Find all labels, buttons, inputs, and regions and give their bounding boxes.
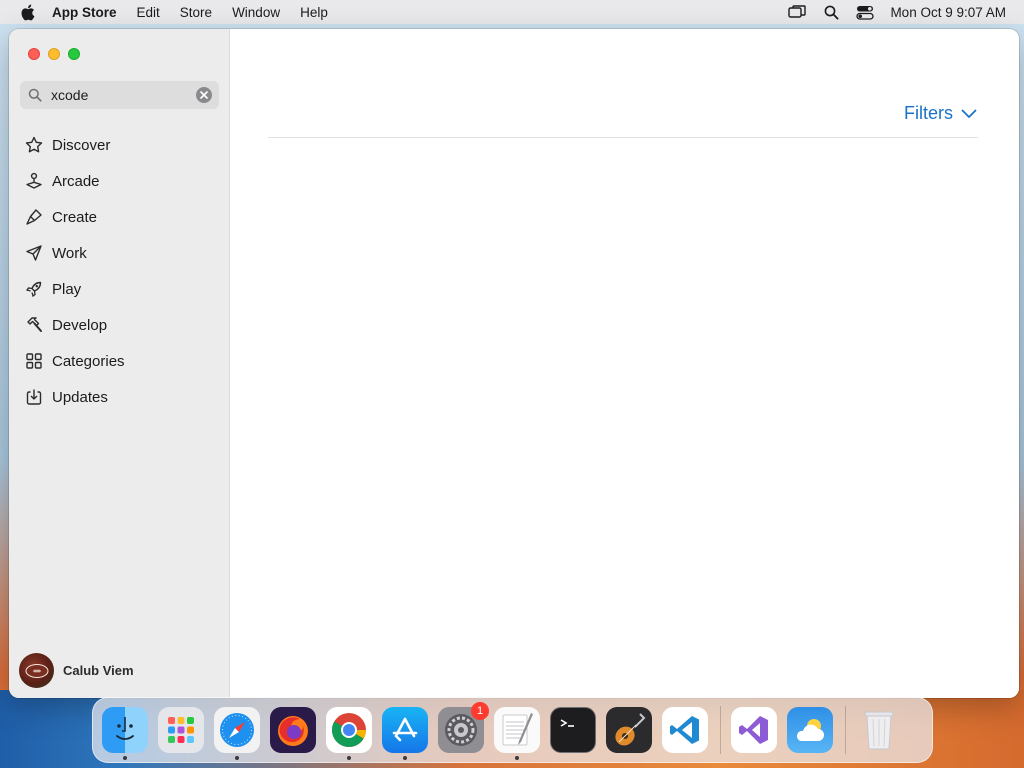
menu-store[interactable]: Store [180,5,212,20]
sidebar-item-label: Updates [52,388,108,406]
app-store-window: Discover Arcade Create Work [9,29,1019,698]
star-icon [24,135,44,155]
dock-textedit[interactable] [494,707,540,760]
user-name: Calub Viem [63,663,134,678]
dock-system-settings[interactable]: 1 [438,702,489,753]
sidebar-item-label: Play [52,280,82,298]
sidebar: Discover Arcade Create Work [9,29,230,698]
spotlight-search-icon[interactable] [820,1,842,23]
menu-edit[interactable]: Edit [137,5,160,20]
weather-icon [796,719,824,741]
paper-plane-icon [24,243,44,263]
chevron-down-icon [961,106,977,122]
dock-google-chrome[interactable] [326,707,372,760]
running-indicator [235,756,239,760]
sidebar-nav: Discover Arcade Create Work Play Develop… [9,127,230,415]
running-indicator [123,756,127,760]
account-button[interactable]: Calub Viem [19,653,134,688]
close-window-button[interactable] [28,48,40,60]
search-field[interactable] [20,81,219,109]
sidebar-item-label: Discover [52,136,111,154]
running-indicator [515,756,519,760]
dock-garageband[interactable] [606,707,652,753]
menu-bar-status: Mon Oct 9 9:07 AM [774,0,1006,24]
chrome-icon [332,713,366,747]
menu-bar-clock[interactable]: Mon Oct 9 9:07 AM [890,5,1006,20]
dock-trash[interactable] [856,707,902,753]
app-store-icon [392,717,418,742]
search-input[interactable] [51,87,181,103]
dock-visual-studio[interactable] [731,707,777,753]
safari-icon [220,713,254,747]
menu-window[interactable]: Window [232,5,280,20]
menu-bar: App Store Edit Store Window Help Mon Oct… [0,0,1024,24]
dock-firefox[interactable] [270,707,316,753]
download-icon [24,387,44,407]
sidebar-item-label: Work [52,244,87,262]
filters-label: Filters [904,103,953,123]
screen-mirroring-icon[interactable] [786,1,808,23]
menu-app-store[interactable]: App Store [52,5,117,20]
filters-button[interactable]: Filters [904,103,977,124]
rocket-icon [24,279,44,299]
guitar-icon [615,713,646,746]
dock-finder[interactable] [102,707,148,760]
main-content: Filters [230,29,1019,698]
vscode-icon [670,716,699,744]
brush-icon [24,207,44,227]
launchpad-icon [168,717,194,743]
sidebar-item-arcade[interactable]: Arcade [9,163,230,199]
joystick-icon [24,171,44,191]
window-controls [28,48,88,60]
sidebar-item-label: Categories [52,352,125,370]
control-center-icon[interactable] [854,1,876,23]
sidebar-item-updates[interactable]: Updates [9,379,230,415]
dock-terminal[interactable] [550,707,596,753]
dock-app-store[interactable] [382,707,428,760]
hammer-icon [24,315,44,335]
zoom-window-button[interactable] [68,48,80,60]
dock-weather[interactable] [787,707,833,753]
running-indicator [403,756,407,760]
sidebar-item-label: Arcade [52,172,100,190]
running-indicator [347,756,351,760]
search-icon [28,87,44,103]
sidebar-item-discover[interactable]: Discover [9,127,230,163]
minimize-window-button[interactable] [48,48,60,60]
trash-icon [864,711,894,750]
dock-launchpad[interactable] [158,707,204,753]
dock-separator [720,706,721,754]
sidebar-item-label: Develop [52,316,108,334]
textedit-icon [502,713,533,746]
finder-icon [116,717,134,740]
sidebar-item-work[interactable]: Work [9,235,230,271]
dock-visual-studio-code[interactable] [662,707,708,753]
visual-studio-icon [739,716,768,744]
dock-safari[interactable] [214,707,260,760]
sidebar-item-develop[interactable]: Develop [9,307,230,343]
sidebar-item-label: Create [52,208,98,226]
terminal-icon [560,719,574,727]
firefox-icon [278,716,308,746]
notification-badge: 1 [471,702,489,720]
avatar [19,653,54,688]
apple-logo-icon[interactable] [16,0,38,24]
grid-icon [24,351,44,371]
sidebar-item-play[interactable]: Play [9,271,230,307]
sidebar-item-create[interactable]: Create [9,199,230,235]
sidebar-item-categories[interactable]: Categories [9,343,230,379]
clear-search-icon[interactable] [196,87,212,103]
dock-separator [845,706,846,754]
filters-divider [268,137,978,138]
menu-help[interactable]: Help [300,5,328,20]
dock: 1 [92,697,933,763]
